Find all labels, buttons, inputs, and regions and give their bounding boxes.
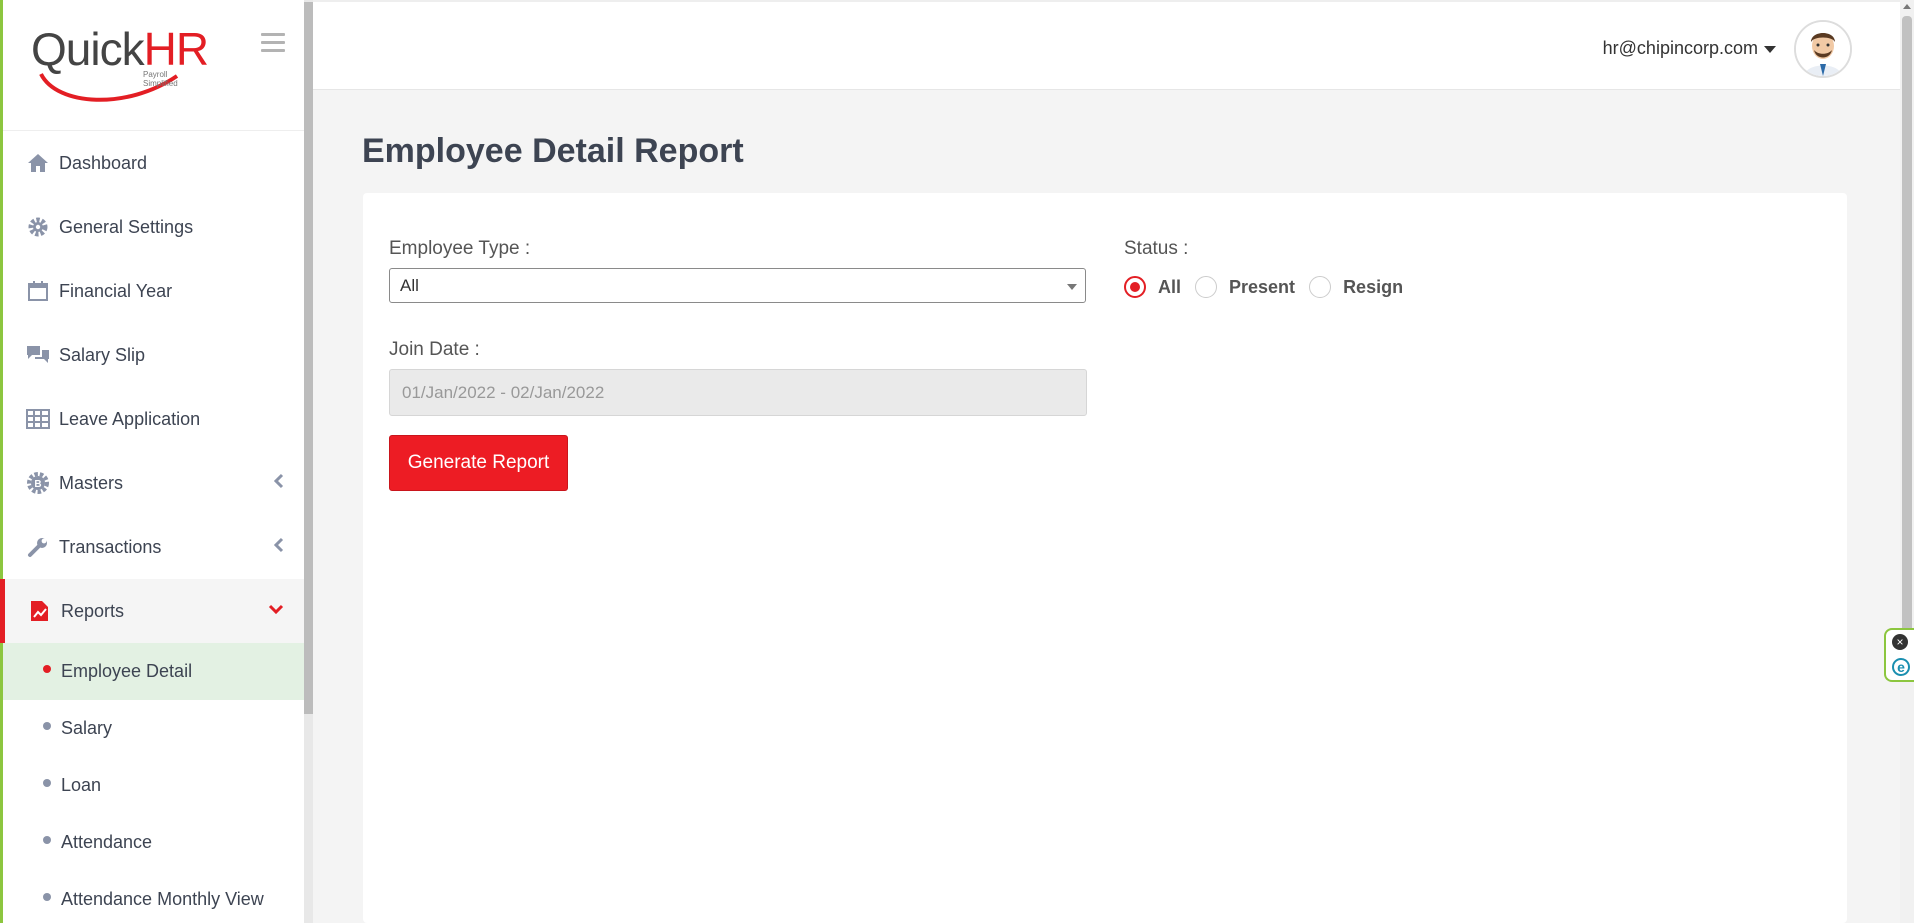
submenu-item-label: Salary xyxy=(61,718,113,738)
svg-text:B: B xyxy=(34,479,41,490)
sidebar-item-dashboard[interactable]: Dashboard xyxy=(3,131,304,195)
submenu-item-attendance-monthly-view[interactable]: Attendance Monthly View xyxy=(3,871,304,923)
gear-icon xyxy=(25,215,51,239)
calendar-icon xyxy=(25,279,51,303)
submenu-item-salary[interactable]: Salary xyxy=(3,700,304,757)
chat-icon xyxy=(25,343,51,367)
sidebar-scrollbar-thumb[interactable] xyxy=(304,2,313,714)
radio-label: Present xyxy=(1229,276,1296,297)
submenu-item-loan[interactable]: Loan xyxy=(3,757,304,814)
caret-down-icon xyxy=(1764,45,1776,53)
sidebar-item-reports[interactable]: Reports xyxy=(0,579,304,643)
radio-circle[interactable] xyxy=(1309,276,1332,298)
bullet-dot-icon xyxy=(43,664,51,673)
floating-widget[interactable]: × e xyxy=(1884,628,1914,682)
sidebar-item-masters[interactable]: B Masters xyxy=(3,451,304,515)
menu-toggle-icon[interactable] xyxy=(261,33,285,57)
radio-circle[interactable] xyxy=(1124,276,1146,298)
status-radio-resign[interactable]: Resign xyxy=(1309,276,1403,298)
page-scrollbar-thumb[interactable] xyxy=(1902,16,1912,636)
user-avatar-icon xyxy=(1796,22,1850,76)
avatar[interactable] xyxy=(1794,20,1852,78)
home-icon xyxy=(25,151,51,175)
bullet-dot-icon xyxy=(43,835,51,844)
settings-badge-icon: B xyxy=(25,471,51,495)
radio-label: Resign xyxy=(1343,276,1404,297)
join-date-range-input[interactable]: 01/Jan/2022 - 02/Jan/2022 xyxy=(389,369,1087,416)
status-radio-present[interactable]: Present xyxy=(1195,276,1295,298)
sidebar-item-label: Dashboard xyxy=(59,152,148,173)
bullet-dot-icon xyxy=(43,721,51,730)
extension-e-icon[interactable]: e xyxy=(1892,658,1910,676)
employee-type-value: All xyxy=(400,276,419,295)
join-date-label: Join Date : xyxy=(389,339,480,360)
submenu-item-label: Employee Detail xyxy=(61,661,193,681)
page-title: Employee Detail Report xyxy=(362,132,744,170)
sidebar-item-label: Reports xyxy=(61,600,125,621)
status-radio-all[interactable]: All xyxy=(1124,276,1181,298)
sidebar-item-financial-year[interactable]: Financial Year xyxy=(3,259,304,323)
chevron-left-icon xyxy=(273,473,284,494)
logo-tagline: Payroll Simplified xyxy=(143,70,178,88)
wrench-icon xyxy=(25,535,51,559)
table-icon xyxy=(25,407,51,431)
submenu-item-attendance[interactable]: Attendance xyxy=(3,814,304,871)
dropdown-arrow-icon xyxy=(1067,284,1077,290)
sidebar-item-label: General Settings xyxy=(59,216,194,237)
radio-circle[interactable] xyxy=(1195,276,1218,298)
sidebar-item-label: Financial Year xyxy=(59,280,173,301)
radio-label: All xyxy=(1158,276,1182,297)
submenu-item-label: Attendance xyxy=(61,832,153,852)
user-email: hr@chipincorp.com xyxy=(1602,38,1758,58)
reports-submenu: Employee Detail Salary Loan Attendance A… xyxy=(3,643,304,923)
sidebar-item-salary-slip[interactable]: Salary Slip xyxy=(3,323,304,387)
bullet-dot-icon xyxy=(43,778,51,787)
sidebar-item-leave-application[interactable]: Leave Application xyxy=(3,387,304,451)
employee-type-select[interactable]: All xyxy=(389,268,1086,303)
submenu-item-employee-detail[interactable]: Employee Detail xyxy=(3,643,304,700)
status-radio-group: All Present Resign xyxy=(1124,276,1417,298)
employee-type-label: Employee Type : xyxy=(389,238,531,259)
sidebar-item-label: Transactions xyxy=(59,536,162,557)
chevron-left-icon xyxy=(273,537,284,558)
quickhr-logo[interactable]: QuickHR Payroll Simplified xyxy=(31,22,209,102)
scroll-up-arrow-icon[interactable] xyxy=(1903,4,1911,9)
generate-report-button[interactable]: Generate Report xyxy=(389,435,568,491)
user-menu[interactable]: hr@chipincorp.com xyxy=(1603,38,1776,59)
close-icon[interactable]: × xyxy=(1892,634,1908,650)
submenu-item-label: Loan xyxy=(61,775,102,795)
status-label: Status : xyxy=(1124,238,1189,259)
sidebar-item-label: Masters xyxy=(59,472,124,493)
page-scrollbar[interactable] xyxy=(1900,0,1914,923)
bullet-dot-icon xyxy=(43,892,51,901)
report-icon xyxy=(27,599,53,623)
submenu-item-label: Attendance Monthly View xyxy=(61,889,264,909)
sidebar-item-label: Leave Application xyxy=(59,408,201,429)
sidebar-item-transactions[interactable]: Transactions xyxy=(3,515,304,579)
logo-area: QuickHR Payroll Simplified xyxy=(3,0,304,131)
top-header: hr@chipincorp.com xyxy=(313,0,1900,90)
sidebar-item-general-settings[interactable]: General Settings xyxy=(3,195,304,259)
chevron-down-icon xyxy=(268,601,284,619)
sidebar: QuickHR Payroll Simplified Dashboard Gen… xyxy=(0,0,304,923)
sidebar-nav: Dashboard General Settings Financial Yea… xyxy=(0,131,304,643)
sidebar-item-label: Salary Slip xyxy=(59,344,146,365)
